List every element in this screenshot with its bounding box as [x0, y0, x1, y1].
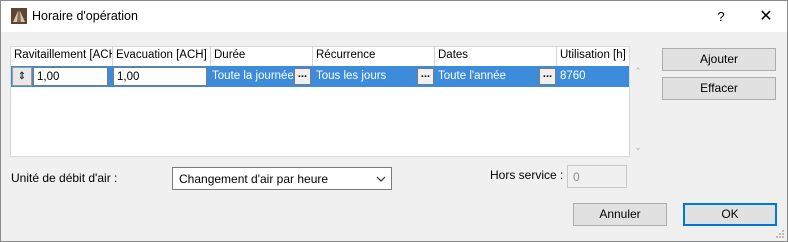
ravitaillement-input[interactable]: 1,00 — [33, 67, 108, 86]
close-button[interactable]: ✕ — [746, 1, 786, 32]
column-header-recurrence[interactable]: Récurrence — [313, 47, 435, 66]
column-header-evacuation[interactable]: Evacuation [ACH] — [113, 47, 211, 66]
title-bar: Horaire d'opération ? ✕ — [1, 1, 787, 32]
column-header-ravitaillement[interactable]: Ravitaillement [ACH] — [11, 47, 113, 66]
dates-cell[interactable]: Toute l'année — [435, 67, 539, 86]
dialog-window: Horaire d'opération ? ✕ Ravitaillement [… — [0, 0, 788, 242]
resize-grip-icon[interactable] — [775, 229, 785, 239]
row-drag-handle[interactable]: ⇕ — [12, 67, 32, 86]
airflow-unit-label: Unité de débit d'air : — [11, 171, 118, 185]
app-icon — [11, 8, 27, 24]
utilisation-cell: 8760 — [560, 70, 586, 82]
add-button[interactable]: Ajouter — [662, 48, 776, 71]
out-of-service-label: Hors service : — [490, 168, 564, 182]
table-row[interactable]: ⇕ 1,00 1,00 Toute la journée ... Tous le… — [11, 66, 629, 87]
airflow-unit-value: Changement d'air par heure — [179, 172, 329, 186]
duree-ellipsis-button[interactable]: ... — [294, 68, 311, 85]
dates-ellipsis-button[interactable]: ... — [539, 68, 556, 85]
column-header-utilisation[interactable]: Utilisation [h] — [557, 47, 629, 66]
duree-cell[interactable]: Toute la journée — [209, 67, 293, 86]
out-of-service-value: 0 — [573, 170, 580, 184]
table-header: Ravitaillement [ACH] Evacuation [ACH] Du… — [11, 47, 629, 66]
airflow-unit-dropdown[interactable]: Changement d'air par heure — [172, 167, 392, 190]
cancel-button[interactable]: Annuler — [573, 203, 667, 226]
scroll-up-icon[interactable]: ⌃ — [631, 66, 645, 78]
schedule-table: Ravitaillement [ACH] Evacuation [ACH] Du… — [10, 46, 630, 157]
help-button[interactable]: ? — [701, 1, 741, 32]
window-title: Horaire d'opération — [32, 9, 138, 23]
column-header-dates[interactable]: Dates — [435, 47, 557, 66]
scroll-down-icon[interactable]: ⌄ — [631, 142, 645, 154]
column-header-duree[interactable]: Durée — [211, 47, 313, 66]
evacuation-input[interactable]: 1,00 — [113, 67, 207, 86]
recurrence-ellipsis-button[interactable]: ... — [417, 68, 434, 85]
chevron-down-icon — [376, 176, 386, 182]
ok-button[interactable]: OK — [683, 203, 777, 226]
table-scrollbar[interactable]: ⌃ ⌄ — [631, 66, 645, 157]
out-of-service-field: 0 — [567, 165, 627, 188]
delete-button[interactable]: Effacer — [662, 77, 776, 100]
recurrence-cell[interactable]: Tous les jours — [313, 67, 417, 86]
